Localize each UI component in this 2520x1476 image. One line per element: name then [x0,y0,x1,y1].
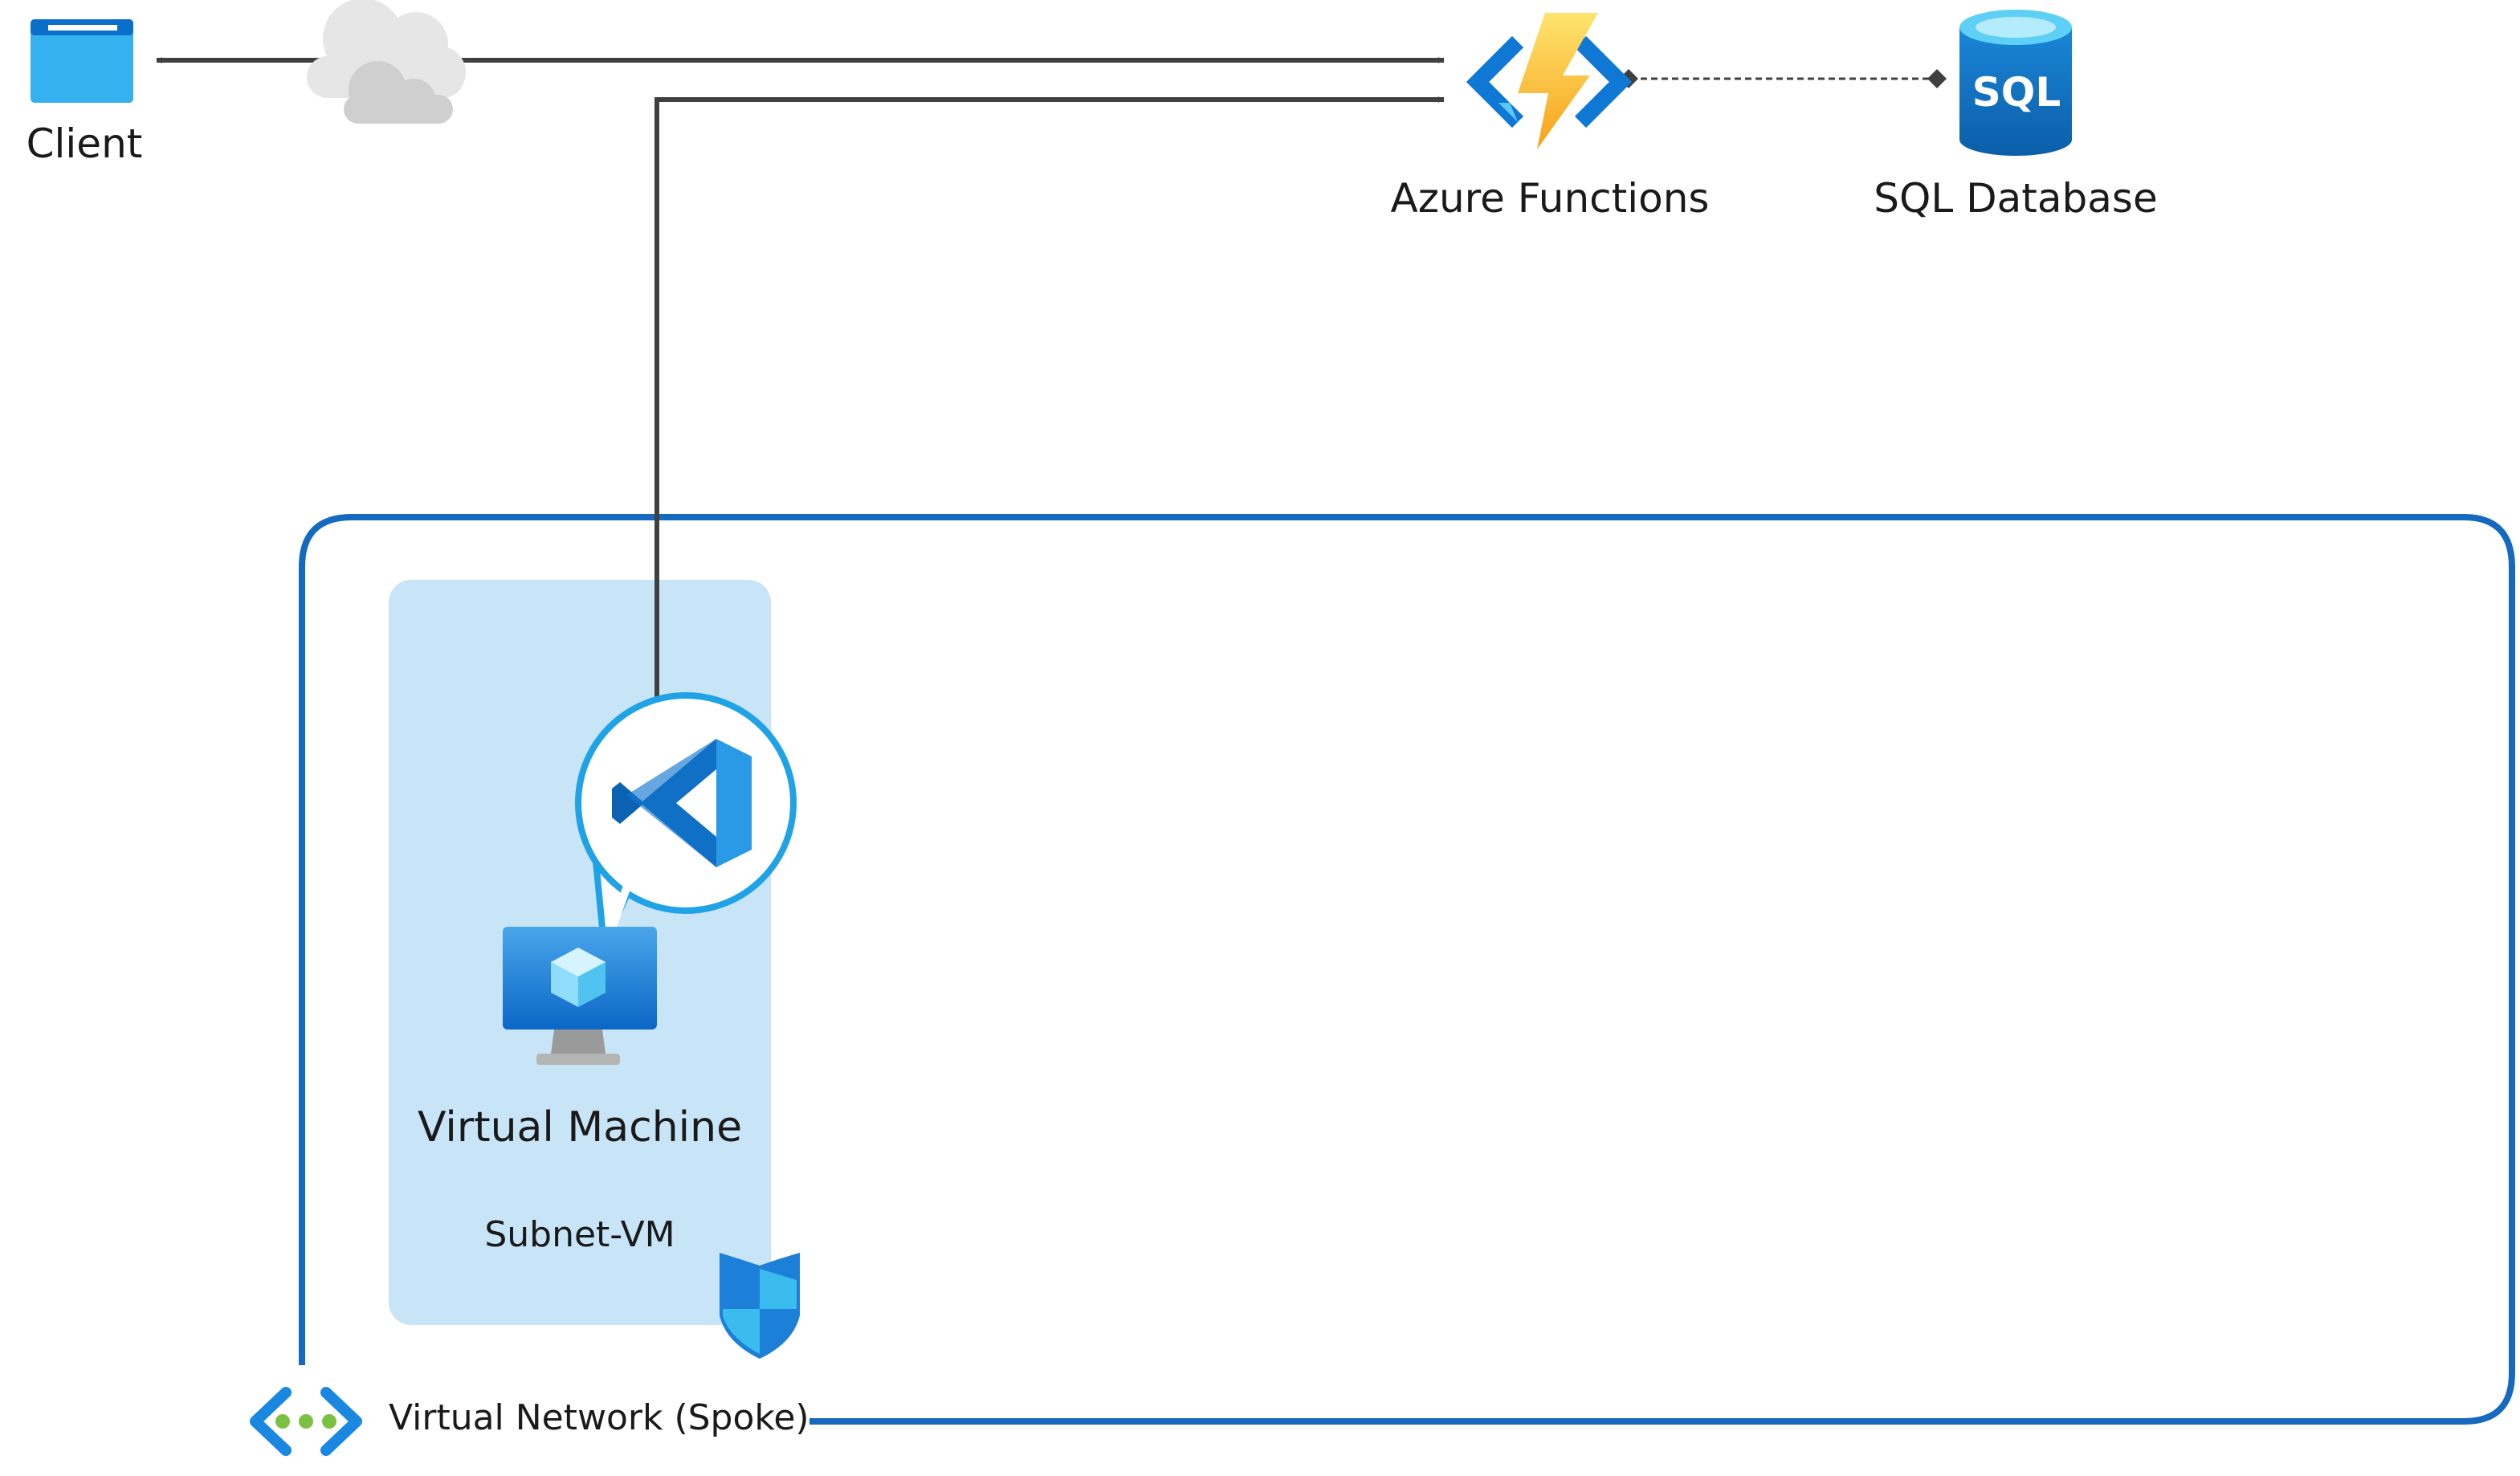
browser-window-icon [31,19,133,103]
subnet-label: Subnet-VM [484,1214,675,1255]
vm-functions-connector [654,96,1445,753]
cloud-icon [307,0,466,124]
virtual-network-icon [250,1387,362,1456]
azure-functions-label: Azure Functions [1390,175,1710,222]
virtual-network-label: Virtual Network (Spoke) [389,1397,809,1438]
sql-icon-text: SQL [1972,69,2061,116]
client-label: Client [26,120,143,167]
shield-icon [720,1253,800,1359]
azure-functions-icon [1466,13,1633,149]
sql-database-label: SQL Database [1874,175,2158,222]
virtual-machine-label: Virtual Machine [417,1103,743,1152]
sql-database-icon: SQL [1959,10,2072,156]
